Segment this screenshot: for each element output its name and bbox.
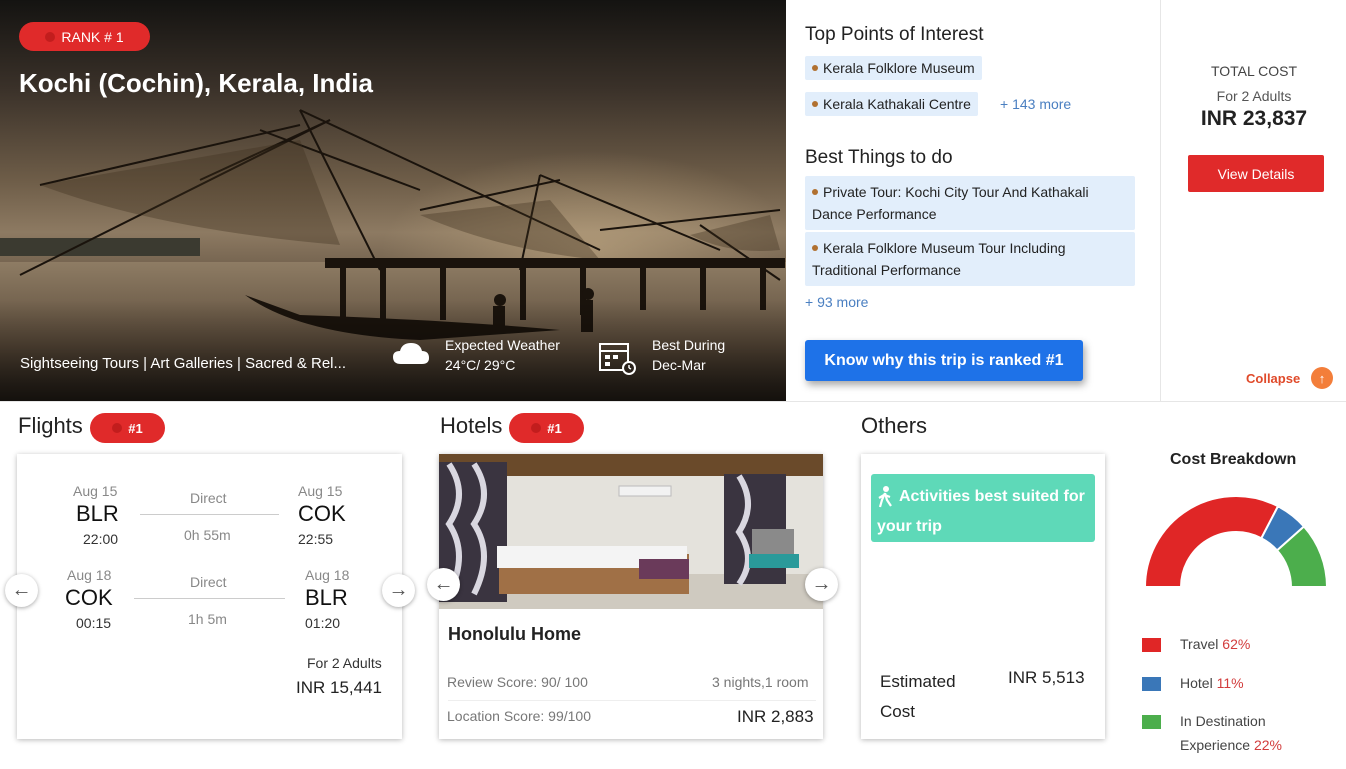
others-card: Activities best suited for your trip Est… (861, 454, 1105, 739)
bullet-icon (812, 245, 818, 252)
legend-swatch-hotel (1142, 677, 1161, 691)
departure-airport: COK (65, 585, 113, 610)
cost-breakdown-gauge (1143, 495, 1329, 588)
legend-hotel: Hotel 11% (1180, 675, 1244, 691)
poi-title: Top Points of Interest (805, 24, 984, 45)
weather-value: 24°C/ 29°C (445, 357, 516, 373)
arrival-time: 22:55 (298, 531, 334, 547)
flight-type: Direct (190, 574, 227, 590)
hotels-prev-arrow-icon[interactable]: ← (427, 568, 460, 601)
best-time-label: Best During (652, 337, 726, 353)
hotels-heading: Hotels (440, 413, 503, 438)
weather-label: Expected Weather (445, 337, 560, 353)
rank-badge: RANK # 1 (19, 22, 150, 51)
view-details-button[interactable]: View Details (1188, 155, 1324, 192)
flights-next-arrow-icon[interactable]: → (382, 574, 415, 607)
section-divider (0, 401, 1346, 402)
medal-icon (112, 423, 123, 433)
flights-rank-badge: #1 (90, 413, 165, 443)
legend-swatch-travel (1142, 638, 1161, 652)
legend-swatch-experience (1142, 715, 1161, 729)
hotel-name: Honolulu Home (448, 624, 581, 644)
hotel-card[interactable]: Honolulu Home Review Score: 90/ 100 3 ni… (439, 454, 823, 739)
stay-duration: 3 nights,1 room (712, 674, 809, 690)
destination-title: Kochi (Cochin), Kerala, India (19, 68, 373, 98)
poi-more-link[interactable]: + 143 more (1000, 96, 1071, 112)
activity-tags: Sightseeing Tours | Art Galleries | Sacr… (20, 355, 347, 372)
estimated-cost-label: Estimated Cost (880, 672, 956, 721)
review-score: Review Score: 90/ 100 (447, 674, 588, 690)
others-heading: Others (861, 413, 928, 438)
hotel-price: INR 2,883 (737, 707, 814, 726)
bullet-icon (812, 101, 818, 108)
trip-info-panel: Top Points of Interest Kerala Folklore M… (786, 0, 1160, 401)
thing-chip[interactable]: Kerala Folklore Museum Tour Including Tr… (805, 232, 1135, 286)
arrival-date: Aug 15 (298, 483, 343, 499)
bullet-icon (812, 189, 818, 196)
medal-icon (45, 31, 56, 42)
flight-adults-label: For 2 Adults (307, 655, 382, 671)
why-ranked-button[interactable]: Know why this trip is ranked #1 (805, 340, 1083, 381)
departure-time: 22:00 (83, 531, 119, 547)
arrival-time: 01:20 (305, 615, 341, 631)
flights-prev-arrow-icon[interactable]: ← (5, 574, 38, 607)
flights-card: Aug 15 BLR 22:00 Direct 0h 55m Aug 15 CO… (17, 454, 402, 739)
flight-price: INR 15,441 (296, 678, 382, 697)
collapse-link[interactable]: Collapse (1246, 371, 1300, 386)
arrow-up-icon[interactable]: ↑ (1311, 367, 1333, 389)
medal-icon (531, 423, 542, 433)
adults-label: For 2 Adults (1216, 88, 1292, 104)
legend-travel: Travel 62% (1180, 636, 1251, 652)
things-more-link[interactable]: + 93 more (805, 294, 868, 310)
departure-time: 00:15 (76, 615, 112, 631)
activities-box[interactable]: Activities best suited for your trip (871, 474, 1095, 542)
flights-heading: Flights (18, 413, 83, 438)
poi-chip[interactable]: Kerala Kathakali Centre (805, 92, 978, 116)
hotels-rank-badge: #1 (509, 413, 584, 443)
calendar-icon (599, 343, 636, 375)
cloud-icon (393, 343, 429, 364)
total-cost-amount: INR 23,837 (1200, 107, 1308, 130)
gauge-segment-0 (1143, 495, 1280, 588)
arrival-date: Aug 18 (305, 567, 350, 583)
flight-duration: 0h 55m (184, 527, 231, 543)
departure-date: Aug 18 (67, 567, 112, 583)
arrival-airport: BLR (305, 585, 348, 610)
things-title: Best Things to do (805, 147, 953, 168)
thing-chip[interactable]: Private Tour: Kochi City Tour And Kathak… (805, 176, 1135, 230)
location-score: Location Score: 99/100 (447, 708, 591, 724)
bullet-icon (812, 65, 818, 72)
departure-date: Aug 15 (73, 483, 118, 499)
flight-type: Direct (190, 490, 227, 506)
destination-hero: RANK # 1 Kochi (Cochin), Kerala, India S… (0, 0, 786, 401)
total-cost-panel: TOTAL COST For 2 Adults INR 23,837 View … (1160, 0, 1346, 401)
total-cost-label: TOTAL COST (1210, 63, 1298, 79)
best-time-value: Dec-Mar (652, 357, 706, 373)
hotels-next-arrow-icon[interactable]: → (805, 568, 838, 601)
cost-breakdown-title: Cost Breakdown (1170, 451, 1297, 468)
estimated-cost-value: INR 5,513 (1008, 668, 1085, 687)
walking-person-icon (878, 485, 892, 508)
poi-chip[interactable]: Kerala Folklore Museum (805, 56, 982, 80)
arrival-airport: COK (298, 501, 346, 526)
legend-experience: In Destination Experience 22% (1180, 713, 1282, 753)
departure-airport: BLR (76, 501, 119, 526)
flight-duration: 1h 5m (188, 611, 227, 627)
hotel-room-image (439, 454, 823, 609)
